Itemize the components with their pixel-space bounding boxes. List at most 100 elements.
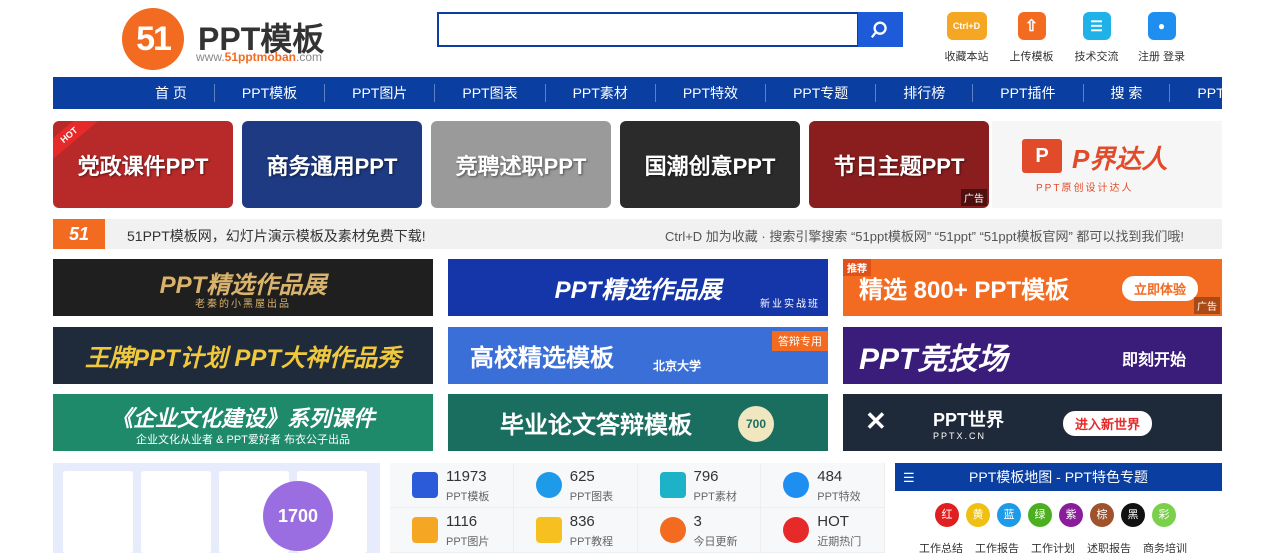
stat-number: 625 (569, 468, 595, 485)
badge-1700: 1700 (263, 481, 333, 551)
search-button[interactable] (858, 12, 903, 47)
nav-images[interactable]: PPT图片 (325, 84, 436, 102)
stat-number: 1116 (446, 513, 478, 530)
nav-ranking[interactable]: 排行榜 (876, 84, 974, 102)
topic-link[interactable]: 工作计划 (1031, 540, 1075, 553)
color-purple[interactable]: 紫 (1059, 503, 1083, 527)
ad-subtitle: 北京大学 (653, 359, 702, 373)
pptx-logo-icon: ✕ (865, 406, 887, 436)
color-brown[interactable]: 棕 (1090, 503, 1114, 527)
try-now-button[interactable]: 立即体验 (1121, 276, 1198, 301)
color-filters: 红 黄 蓝 绿 紫 棕 黑 彩 (935, 503, 1183, 527)
logo-mark: 51 (122, 8, 184, 70)
ad-banner-1[interactable]: PPT精选作品展 老秦的小黑屋出品 (53, 259, 433, 316)
nav-charts[interactable]: PPT图表 (435, 84, 546, 102)
topic-link[interactable]: 商务培训 (1143, 540, 1187, 553)
stat-templates[interactable]: 11973 PPT模板 (390, 463, 514, 508)
search-bar (437, 12, 903, 47)
stat-charts[interactable]: 625 PPT图表 (513, 463, 638, 508)
ad-title: 王牌PPT计划 PPT大神作品秀 (84, 345, 402, 372)
nav-search[interactable]: 搜 索 (1084, 84, 1171, 102)
ad-title: 高校精选模板 (470, 345, 614, 372)
tool-login[interactable]: ● 注册 登录 (1129, 12, 1194, 64)
stats-grid: 11973 PPT模板 625 PPT图表 796 PPT素材 484 PPT特… (390, 463, 885, 553)
stat-number: 484 (817, 468, 843, 485)
refresh-icon (659, 517, 686, 543)
stat-hot[interactable]: HOT 近期热门 (761, 508, 885, 553)
template-thumbnails[interactable]: 1700 (53, 463, 380, 553)
ad-title: PPT世界 (933, 409, 1005, 430)
category-party[interactable]: HOT 党政课件PPT (53, 121, 233, 208)
nav-topics[interactable]: PPT专题 (766, 84, 877, 102)
effect-icon (783, 472, 810, 498)
stat-images[interactable]: 1116 PPT图片 (390, 508, 514, 553)
topic-links: 工作总结 工作报告 工作计划 述职报告 商务培训 (919, 540, 1199, 553)
tool-chat[interactable]: ☰ 技术交流 (1064, 12, 1129, 64)
nav-plugins[interactable]: PPT插件 (973, 84, 1084, 102)
ad-tag: 广告 (1194, 297, 1220, 314)
tool-label: 上传模板 (1009, 51, 1054, 63)
category-business[interactable]: 商务通用PPT (242, 121, 422, 208)
topic-link[interactable]: 述职报告 (1087, 540, 1131, 553)
template-map: ☰ PPT模板地图 - PPT特色专题 红 黄 蓝 绿 紫 棕 黑 彩 工作总结… (895, 463, 1222, 553)
ad-title: 毕业论文答辩模板 (500, 412, 692, 439)
category-competition[interactable]: 竞聘述职PPT (431, 121, 611, 208)
stat-today[interactable]: 3 今日更新 (637, 508, 762, 553)
nav-materials[interactable]: PPT素材 (546, 84, 656, 102)
notice-bar: 51 51PPT模板网，幻灯片演示模板及素材免费下载! Ctrl+D 加为收藏 … (53, 219, 1222, 249)
ad-banner-5[interactable]: 高校精选模板 北京大学 答辩专用 (448, 327, 828, 384)
ad-banner-6[interactable]: PPT竞技场 即刻开始 (843, 327, 1222, 384)
category-guochao[interactable]: 国潮创意PPT (620, 121, 800, 208)
color-yellow[interactable]: 黄 (966, 503, 990, 527)
map-title: PPT模板地图 - PPT特色专题 (969, 469, 1148, 485)
ad-title: PPT竞技场 (859, 342, 1008, 376)
nav-effects[interactable]: PPT特效 (656, 84, 767, 102)
category-label: 国潮创意PPT (644, 153, 776, 179)
nav-templates[interactable]: PPT模板 (215, 84, 326, 102)
enter-world-button[interactable]: 进入新世界 (1062, 411, 1152, 436)
search-input[interactable] (437, 12, 859, 47)
pjds-banner[interactable]: P P界达人 PPT原创设计达人 (992, 121, 1222, 208)
badge-700: 700 (738, 406, 774, 442)
stat-tutorials[interactable]: 836 PPT教程 (513, 508, 638, 553)
image-icon (412, 517, 438, 543)
tool-label: 收藏本站 (944, 51, 989, 63)
ad-banner-2[interactable]: PPT精选作品展 新业实战班 (448, 259, 828, 316)
ad-banner-7[interactable]: 《企业文化建设》系列课件 企业文化从业者 & PPT爱好者 布衣公子出品 (53, 394, 433, 451)
color-red[interactable]: 红 (935, 503, 959, 527)
ad-subtitle: PPTX.CN (933, 431, 987, 441)
search-icon (870, 21, 887, 38)
defense-tag: 答辩专用 (772, 331, 828, 351)
tool-upload[interactable]: ⇧ 上传模板 (999, 12, 1064, 64)
ad-banner-3[interactable]: 推荐 精选 800+ PPT模板 立即体验 广告 (843, 259, 1222, 316)
color-multi[interactable]: 彩 (1152, 503, 1176, 527)
stat-materials[interactable]: 796 PPT素材 (637, 463, 762, 508)
color-black[interactable]: 黑 (1121, 503, 1145, 527)
ppt-file-icon (412, 472, 438, 498)
logo-url: www.51pptmoban.com (196, 50, 323, 64)
color-green[interactable]: 绿 (1028, 503, 1052, 527)
site-logo[interactable]: 51 PPT模板 www.51pptmoban.com (122, 8, 352, 70)
page: 51 PPT模板 www.51pptmoban.com Ctrl+D 收藏本站 … (0, 0, 1280, 553)
tool-bookmark[interactable]: Ctrl+D 收藏本站 (934, 12, 999, 64)
nav-tutorials[interactable]: PPT教程 (1170, 84, 1280, 102)
main-nav: 首 页 PPT模板 PPT图片 PPT图表 PPT素材 PPT特效 PPT专题 … (53, 77, 1280, 109)
start-button[interactable]: 即刻开始 (1110, 343, 1198, 373)
stat-effects[interactable]: 484 PPT特效 (761, 463, 885, 508)
recommend-tag: 推荐 (843, 259, 871, 276)
thumbnail (63, 471, 133, 553)
color-blue[interactable]: 蓝 (997, 503, 1021, 527)
category-festival[interactable]: 节日主题PPT 广告 (809, 121, 989, 208)
topic-link[interactable]: 工作总结 (919, 540, 963, 553)
category-label: 商务通用PPT (266, 153, 398, 179)
stat-number: 3 (693, 513, 702, 530)
nav-home[interactable]: 首 页 (128, 84, 215, 102)
ad-title: 精选 800+ PPT模板 (859, 277, 1070, 304)
ad-banner-4[interactable]: 王牌PPT计划 PPT大神作品秀 (53, 327, 433, 384)
topic-link[interactable]: 工作报告 (975, 540, 1019, 553)
ad-banner-8[interactable]: 毕业论文答辩模板 700 (448, 394, 828, 451)
tool-label: 技术交流 (1074, 51, 1119, 63)
ad-banner-9[interactable]: ✕ PPT世界 PPTX.CN 进入新世界 (843, 394, 1222, 451)
tutorial-icon (535, 517, 562, 543)
hot-icon (783, 517, 810, 543)
